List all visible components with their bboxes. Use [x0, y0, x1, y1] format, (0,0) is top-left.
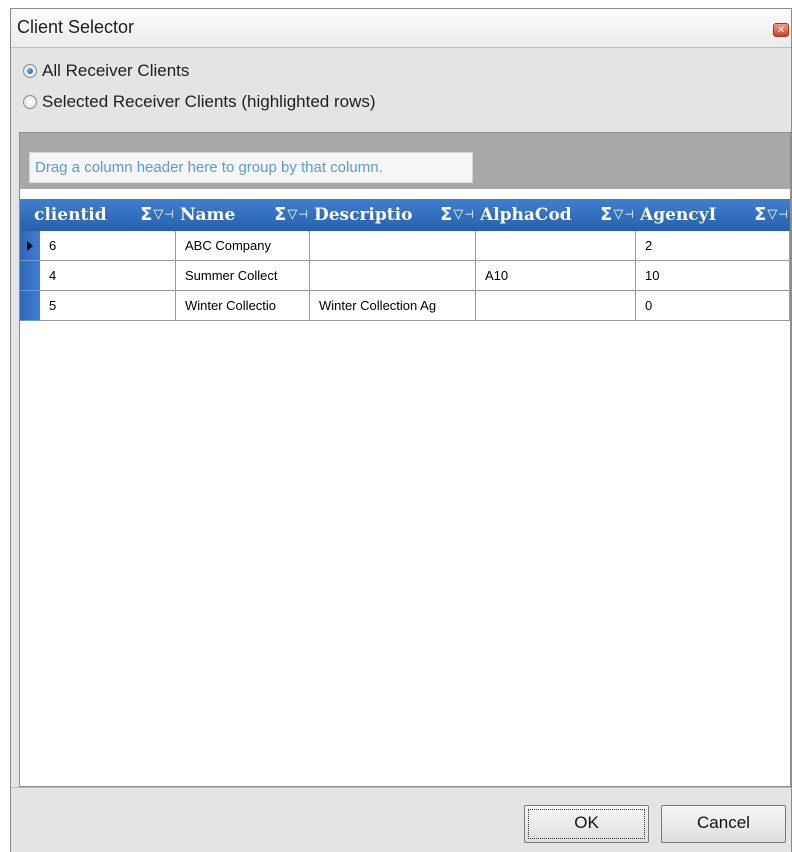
column-header-1[interactable]: Name Σ ▽ ⊣	[176, 199, 310, 231]
filter-icon[interactable]: ▽	[613, 199, 623, 231]
table-cell[interactable]: 10	[636, 261, 790, 291]
ok-button[interactable]: OK	[524, 805, 649, 843]
sum-icon[interactable]: Σ	[600, 199, 612, 231]
filter-icon[interactable]: ▽	[453, 199, 463, 231]
table-cell[interactable]: 5	[40, 291, 176, 321]
filter-icon[interactable]: ▽	[153, 199, 163, 231]
group-by-panel[interactable]: Drag a column header here to group by th…	[20, 133, 790, 189]
table-cell[interactable]: 4	[40, 261, 176, 291]
table-cell[interactable]: ABC Company	[176, 231, 310, 261]
table-cell[interactable]: 2	[636, 231, 790, 261]
column-header-2[interactable]: Descriptio Σ ▽ ⊣	[310, 199, 476, 231]
filter-icon[interactable]: ▽	[287, 199, 297, 231]
all-receiver-clients-label: All Receiver Clients	[42, 61, 190, 80]
column-header-0[interactable]: clientid Σ ▽ ⊣	[20, 199, 176, 231]
table-cell[interactable]: Winter Collection Ag	[310, 291, 476, 321]
grid-header-row: clientid Σ ▽ ⊣ Name Σ ▽ ⊣ Descriptio Σ ▽ ⊣ AlphaCod Σ…	[20, 199, 790, 231]
table-row[interactable]: 4 Summer Collect A10 10	[20, 261, 790, 291]
table-row[interactable]: 6 ABC Company 2	[20, 231, 790, 261]
pin-icon[interactable]: ⊣	[464, 199, 474, 231]
row-indicator[interactable]	[20, 231, 40, 261]
radio-unchecked-icon[interactable]	[23, 95, 37, 109]
cancel-button[interactable]: Cancel	[661, 805, 786, 843]
sum-icon[interactable]: Σ	[274, 199, 286, 231]
column-header-label: AgencyI	[640, 205, 717, 225]
table-cell[interactable]: 6	[40, 231, 176, 261]
column-header-4[interactable]: AgencyI Σ ▽ ⊣	[636, 199, 790, 231]
table-cell[interactable]: 0	[636, 291, 790, 321]
table-cell[interactable]	[310, 261, 476, 291]
sum-icon[interactable]: Σ	[440, 199, 452, 231]
title-bar: Client Selector ✕	[11, 9, 791, 48]
table-cell[interactable]	[476, 291, 636, 321]
sum-icon[interactable]: Σ	[754, 199, 766, 231]
selected-receiver-clients-label: Selected Receiver Clients (highlighted r…	[42, 92, 376, 111]
table-cell[interactable]: A10	[476, 261, 636, 291]
clients-grid: Drag a column header here to group by th…	[19, 132, 791, 787]
dialog-title: Client Selector	[17, 17, 135, 37]
table-cell[interactable]	[310, 231, 476, 261]
pin-icon[interactable]: ⊣	[164, 199, 174, 231]
column-header-label: AlphaCod	[480, 205, 572, 225]
column-header-label: Name	[180, 205, 236, 225]
client-selector-dialog: Client Selector ✕ All Receiver Clients S…	[10, 8, 792, 852]
sum-icon[interactable]: Σ	[140, 199, 152, 231]
pin-icon[interactable]: ⊣	[298, 199, 308, 231]
radio-checked-icon[interactable]	[23, 64, 37, 78]
pin-icon[interactable]: ⊣	[778, 199, 788, 231]
close-icon[interactable]: ✕	[773, 23, 789, 37]
selected-receiver-clients-option[interactable]: Selected Receiver Clients (highlighted r…	[23, 90, 376, 114]
row-indicator[interactable]	[20, 291, 40, 321]
row-indicator[interactable]	[20, 261, 40, 291]
column-header-label: clientid	[34, 205, 107, 225]
table-cell[interactable]: Winter Collectio	[176, 291, 310, 321]
column-header-3[interactable]: AlphaCod Σ ▽ ⊣	[476, 199, 636, 231]
table-row[interactable]: 5 Winter Collectio Winter Collection Ag 0	[20, 291, 790, 321]
pin-icon[interactable]: ⊣	[624, 199, 634, 231]
table-cell[interactable]: Summer Collect	[176, 261, 310, 291]
dialog-footer: OK Cancel	[11, 787, 791, 852]
group-by-hint: Drag a column header here to group by th…	[29, 152, 473, 183]
table-cell[interactable]	[476, 231, 636, 261]
column-header-label: Descriptio	[314, 205, 413, 225]
filter-icon[interactable]: ▽	[767, 199, 777, 231]
all-receiver-clients-option[interactable]: All Receiver Clients	[23, 59, 189, 83]
current-row-arrow-icon	[27, 241, 33, 251]
